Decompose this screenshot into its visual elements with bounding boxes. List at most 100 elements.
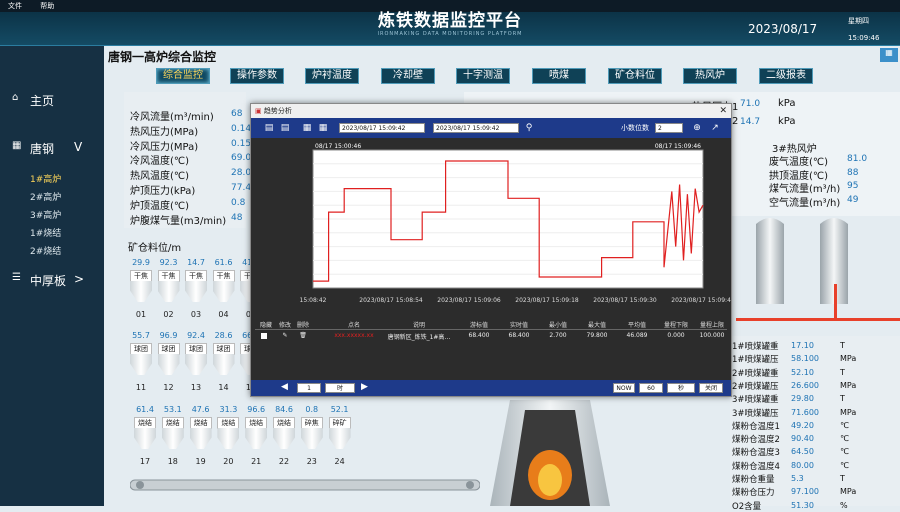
coal-param-value: 51.30 xyxy=(791,500,814,510)
coal-param-label: 煤粉仓温度4 xyxy=(732,461,780,472)
bin-hopper[interactable]: 球团 xyxy=(183,343,209,375)
x-tick-label: 2023/08/17 15:09:30 xyxy=(593,297,657,304)
unit-select[interactable]: 时 xyxy=(325,383,355,393)
cursor-right-label: 08/17 15:09:46 xyxy=(655,143,701,150)
nav-sub-1-sinter[interactable]: 1#烧结 xyxy=(30,226,61,239)
hot-pressure-2-label: 2 xyxy=(732,116,739,127)
tab-report[interactable]: 二级报表 xyxy=(759,68,813,84)
tab-hot-stove[interactable]: 热风炉 xyxy=(683,68,737,84)
add-point-icon[interactable]: ▦ xyxy=(301,122,313,134)
stove-param-value: 81.0 xyxy=(847,154,868,164)
hopper-shape xyxy=(328,428,351,449)
chevron-right-icon: > xyxy=(74,272,85,286)
chart-icon[interactable]: ▤ xyxy=(263,122,275,134)
coal-param-label: 煤粉仓压力 xyxy=(732,488,775,499)
nav-sub-2-furnace[interactable]: 2#高炉 xyxy=(30,190,61,203)
now-button[interactable]: NOW xyxy=(613,383,635,393)
close-icon[interactable]: ✕ xyxy=(719,104,727,118)
menu-file[interactable]: 文件 xyxy=(8,2,22,10)
add-icon[interactable]: ⊕ xyxy=(691,122,703,134)
coal-param-unit: ℃ xyxy=(840,460,849,470)
tab-cooling-wall[interactable]: 冷却壁 xyxy=(381,68,435,84)
bin-hopper[interactable]: 碎焦 xyxy=(299,417,325,449)
bin-level-value: 47.6 xyxy=(191,405,210,414)
page-input[interactable]: 1 xyxy=(297,383,321,393)
tab-cross-temp[interactable]: 十字测温 xyxy=(456,68,510,84)
bin-material-label: 碎矿 xyxy=(328,417,351,429)
bin-hopper[interactable]: 碎矿 xyxy=(327,417,353,449)
coal-param-unit: T xyxy=(840,474,845,483)
bin-hopper[interactable]: 干焦 xyxy=(211,270,237,302)
prev-icon[interactable]: ◀ xyxy=(281,382,288,392)
nav-sub-1-furnace[interactable]: 1#高炉 xyxy=(30,172,61,185)
coal-param-value: 52.10 xyxy=(791,367,814,377)
coal-param-label: 煤粉仓温度3 xyxy=(732,448,780,459)
hot-pressure-2-unit: kPa xyxy=(778,116,796,127)
bin-level-value: 84.6 xyxy=(275,405,293,414)
coal-param-label: 2#喷煤罐重 xyxy=(732,368,779,379)
cursor-left-label: 08/17 15:00:46 xyxy=(315,143,361,150)
hopper-shape xyxy=(185,281,207,302)
start-time-input[interactable]: 2023/08/17 15:09:42 xyxy=(339,123,425,133)
next-icon[interactable]: ▶ xyxy=(361,382,368,392)
bin-hopper[interactable]: 球团 xyxy=(156,343,182,375)
bin-hopper[interactable]: 烧结 xyxy=(215,417,241,449)
fullscreen-icon[interactable]: ▦ xyxy=(880,48,898,62)
share-icon[interactable]: ↗ xyxy=(709,122,721,134)
param-label: 冷风流量(m³/min) xyxy=(130,112,214,123)
bin-level-value: 61.6 xyxy=(214,258,233,267)
dialog-footer: ◀ 1 时 ▶ NOW 60 秒 关闭 xyxy=(251,380,731,396)
app-title: 炼铁数据监控平台 xyxy=(378,11,522,31)
coal-param-unit: T xyxy=(840,394,845,404)
stove-param-value: 88 xyxy=(847,167,859,178)
interval-unit-select[interactable]: 秒 xyxy=(667,383,695,393)
tab-coal-injection[interactable]: 喷煤 xyxy=(532,68,586,84)
export-chart-icon[interactable]: ▦ xyxy=(317,122,329,134)
bin-hopper[interactable]: 干焦 xyxy=(156,270,182,302)
bin-material-label: 干焦 xyxy=(212,270,235,282)
hopper-shape xyxy=(134,428,156,449)
table-cell-avg: 46.089 xyxy=(626,332,648,339)
close-button[interactable]: 关闭 xyxy=(699,383,723,393)
nav-sub-2-sinter[interactable]: 2#烧结 xyxy=(30,244,61,257)
bin-hopper[interactable]: 烧结 xyxy=(160,417,186,449)
series-table: 隐藏 修改 删除 点名 说明 游标值 实时值 最小值 最大值 平均值 量程下限 量程上限 ✎ 🗑 xxx.x… xyxy=(251,316,731,378)
bin-hopper[interactable]: 烧结 xyxy=(188,417,214,449)
layers-icon: ☰ xyxy=(12,272,21,283)
decimals-select[interactable]: 2 xyxy=(655,123,683,133)
bin-hopper[interactable]: 烧结 xyxy=(271,417,297,449)
end-time-input[interactable]: 2023/08/17 15:09:42 xyxy=(433,123,519,133)
page-title: 唐钢一高炉综合监控 xyxy=(108,50,217,64)
param-value: 68 xyxy=(231,109,243,119)
sidebar: ⌂ 主页 ▦ 唐钢 V 1#高炉 2#高炉 3#高炉 1#烧结 2#烧结 ☰ 中… xyxy=(0,46,104,506)
interval-input[interactable]: 60 xyxy=(639,383,663,393)
coal-param-label: 煤粉仓温度1 xyxy=(732,421,780,432)
bin-hopper[interactable]: 干焦 xyxy=(183,270,209,302)
bin-number: 04 xyxy=(218,310,229,319)
chart-line-icon[interactable]: ▤ xyxy=(279,122,291,134)
bin-hopper[interactable]: 球团 xyxy=(128,343,154,375)
tab-bin-level[interactable]: 矿仓料位 xyxy=(608,68,662,84)
bin-hopper[interactable]: 烧结 xyxy=(243,417,269,449)
bin-material-label: 球团 xyxy=(185,343,207,355)
menu-help[interactable]: 帮助 xyxy=(40,2,54,10)
bin-hopper[interactable]: 球团 xyxy=(211,343,237,375)
tab-overview[interactable]: 综合监控 xyxy=(156,68,210,84)
coal-param-value: 64.50 xyxy=(791,447,814,457)
bin-number: 12 xyxy=(163,383,174,392)
bin-hopper[interactable]: 干焦 xyxy=(128,270,154,302)
trend-dialog: ▣ 趋势分析 ✕ ▤ ▤ ▦ ▦ 2023/08/17 15:09:42 202… xyxy=(250,103,732,397)
tab-operation[interactable]: 操作参数 xyxy=(230,68,284,84)
param-value: 28.0 xyxy=(231,168,252,179)
hopper-shape xyxy=(189,428,212,449)
bin-level-value: 92.3 xyxy=(159,258,178,267)
search-icon[interactable]: ⚲ xyxy=(523,122,535,134)
hide-checkbox[interactable] xyxy=(261,333,267,339)
nav-sub-3-furnace[interactable]: 3#高炉 xyxy=(30,208,61,221)
delete-icon[interactable]: 🗑 xyxy=(297,332,309,339)
coal-param-unit: % xyxy=(840,500,848,510)
edit-icon[interactable]: ✎ xyxy=(279,332,291,339)
tab-lining-temp[interactable]: 炉衬温度 xyxy=(305,68,359,84)
trend-icon: ▣ xyxy=(255,107,262,115)
bin-hopper[interactable]: 烧结 xyxy=(132,417,158,449)
